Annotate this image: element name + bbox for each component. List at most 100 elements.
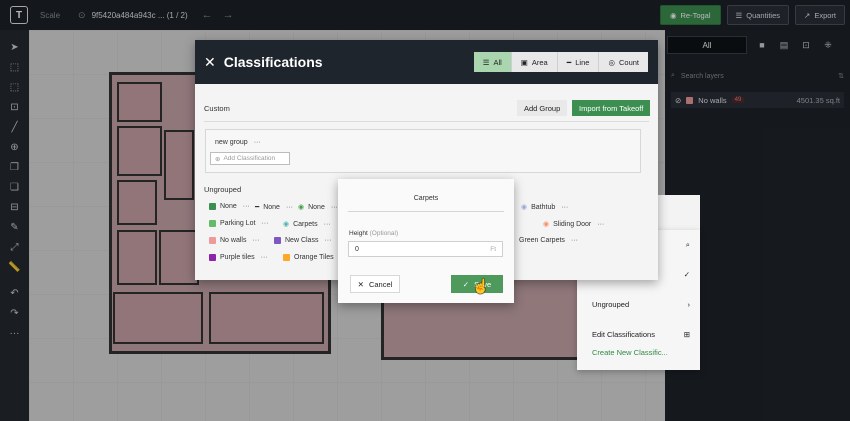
add-classification-button[interactable]: ⊕ Add Classification xyxy=(210,152,290,165)
close-icon: ✕ xyxy=(357,279,364,289)
tab-all[interactable]: All xyxy=(667,36,747,54)
more-icon[interactable]: ··· xyxy=(8,326,22,340)
line-filter-icon[interactable]: ▤ xyxy=(777,40,791,51)
retogal-button[interactable]: ◉ Re-Togal xyxy=(659,5,721,25)
scale-label[interactable]: Scale xyxy=(40,11,60,20)
more-icon[interactable]: ··· xyxy=(261,254,268,261)
chip-bathtub[interactable]: ◉ Bathtub ··· xyxy=(521,203,568,212)
chip-sliding-door[interactable]: ◉ Sliding Door ··· xyxy=(543,220,604,229)
chevron-right-icon: › xyxy=(687,300,691,309)
menu-edit-classifications[interactable]: Edit Classifications ⊞ xyxy=(592,330,690,339)
chip-orange-tiles[interactable]: Orange Tiles xyxy=(283,254,334,261)
more-icon[interactable]: ··· xyxy=(331,204,338,211)
measure-icon[interactable]: ⤢ xyxy=(8,240,22,254)
plan-room xyxy=(117,230,157,285)
count-swatch-icon: ◉ xyxy=(521,204,528,211)
search-icon: ⌕ xyxy=(671,72,675,79)
duplicate-icon[interactable]: ❏ xyxy=(8,180,22,194)
edit-list-icon: ⊞ xyxy=(683,330,690,339)
count-swatch-icon: ◉ xyxy=(283,221,290,228)
layer-tabs: All ■ ▤ ⊡ ⁜ xyxy=(665,30,850,54)
check-icon: ✓ xyxy=(462,279,470,289)
group-name[interactable]: new group ··· xyxy=(215,139,261,146)
search-icon: ⌕ xyxy=(685,240,690,249)
sort-icon[interactable]: ⇅ xyxy=(838,72,844,80)
undo-icon[interactable]: ↶ xyxy=(8,286,22,300)
count-filter-icon[interactable]: ⊡ xyxy=(799,40,813,51)
swatch xyxy=(283,254,290,261)
height-input[interactable]: 0 Ft xyxy=(348,241,503,257)
more-icon[interactable]: ··· xyxy=(252,237,259,244)
line-swatch-icon: ━ xyxy=(255,204,260,211)
redo-icon[interactable]: ↷ xyxy=(8,306,22,320)
ungrouped-section-label: Ungrouped xyxy=(204,185,242,194)
grid-filter-icon[interactable]: ⁜ xyxy=(821,40,835,51)
area-filter-icon[interactable]: ■ xyxy=(755,40,769,50)
area-icon: ▣ xyxy=(520,57,528,67)
more-icon[interactable]: ··· xyxy=(571,237,578,244)
layer-row[interactable]: ⊘ No walls 49 4501.35 sq.ft xyxy=(671,92,844,108)
more-icon[interactable]: ··· xyxy=(597,221,604,228)
chip-green-carpets[interactable]: Green Carpets ··· xyxy=(519,237,578,244)
copy-icon[interactable]: ❐ xyxy=(8,160,22,174)
import-takeoff-button[interactable]: Import from Takeoff xyxy=(572,100,651,116)
more-icon[interactable]: ··· xyxy=(324,221,331,228)
search-input[interactable]: Search layers xyxy=(681,73,724,80)
cut-icon[interactable]: ⊟ xyxy=(8,200,22,214)
more-icon[interactable]: ··· xyxy=(261,220,268,227)
layer-search[interactable]: ⌕ Search layers ⇅ xyxy=(671,68,844,84)
swatch xyxy=(209,254,216,261)
plan-room xyxy=(117,82,162,122)
menu-ungrouped[interactable]: Ungrouped › xyxy=(592,300,690,309)
filter-area[interactable]: ▣ Area xyxy=(511,52,558,72)
polygon-icon[interactable]: ⊡ xyxy=(8,100,22,114)
edit-icon[interactable]: ✎ xyxy=(8,220,22,234)
hand-cursor-icon: ☝ xyxy=(472,278,490,294)
more-icon[interactable]: ··· xyxy=(324,237,331,244)
check-circle-icon[interactable]: ⊘ xyxy=(675,96,681,105)
chip-none-2[interactable]: ━ None ··· xyxy=(255,203,293,212)
app-logo[interactable]: T xyxy=(10,6,28,24)
line-icon: ━ xyxy=(566,57,572,67)
line-icon[interactable]: ╱ xyxy=(8,120,22,134)
filter-all[interactable]: ☰ All xyxy=(473,52,512,72)
file-name[interactable]: 9f5420a484a943c ... (1 / 2) xyxy=(92,11,188,20)
modal-header: ✕ Classifications ☰ All ▣ Area ━ Line ◎ … xyxy=(195,40,658,84)
select-area-icon[interactable]: ⬚ xyxy=(8,60,22,74)
chip-no-walls[interactable]: No walls ··· xyxy=(209,237,259,244)
close-icon[interactable]: ✕ xyxy=(204,54,216,71)
swatch xyxy=(209,237,216,244)
quantities-button[interactable]: ☰ Quantities xyxy=(726,5,790,25)
next-page-icon[interactable]: → xyxy=(223,9,234,21)
chip-new-class[interactable]: New Class ··· xyxy=(274,237,331,244)
count-swatch-icon: ◉ xyxy=(298,204,305,211)
cancel-button[interactable]: ✕ Cancel xyxy=(350,275,400,293)
chip-purple-tiles[interactable]: Purple tiles ··· xyxy=(209,254,268,261)
more-icon[interactable]: ··· xyxy=(561,204,568,211)
filter-line[interactable]: ━ Line xyxy=(557,52,600,72)
export-button[interactable]: ↗ Export xyxy=(795,5,845,25)
menu-create-new[interactable]: Create New Classific... xyxy=(592,348,690,357)
check-icon: ✓ xyxy=(683,270,690,279)
count-swatch-icon: ◉ xyxy=(543,221,550,228)
add-group-button[interactable]: Add Group xyxy=(517,100,568,116)
list-icon: ☰ xyxy=(482,57,490,67)
group-box xyxy=(205,129,641,173)
unit-label: Ft xyxy=(490,245,496,253)
chip-carpets[interactable]: ◉ Carpets ··· xyxy=(283,220,331,229)
left-toolbar: ➤ ⬚ ⬚ ⊡ ╱ ⊕ ❐ ❏ ⊟ ✎ ⤢ 📏 ↶ ↷ ··· xyxy=(0,30,29,421)
chip-parking-lot[interactable]: Parking Lot ··· xyxy=(209,220,268,227)
chip-none-1[interactable]: None ··· xyxy=(209,203,250,210)
crop-icon[interactable]: ⬚ xyxy=(8,80,22,94)
plan-room xyxy=(164,130,194,200)
more-icon[interactable]: ··· xyxy=(286,204,293,211)
ruler-icon[interactable]: 📏 xyxy=(8,260,22,274)
swatch xyxy=(209,220,216,227)
count-icon[interactable]: ⊕ xyxy=(8,140,22,154)
chip-none-3[interactable]: ◉ None ··· xyxy=(298,203,338,212)
more-icon[interactable]: ··· xyxy=(254,139,261,146)
filter-count[interactable]: ◎ Count xyxy=(599,52,648,72)
pointer-icon[interactable]: ➤ xyxy=(8,40,22,54)
more-icon[interactable]: ··· xyxy=(243,203,250,210)
prev-page-icon[interactable]: ← xyxy=(202,9,213,21)
